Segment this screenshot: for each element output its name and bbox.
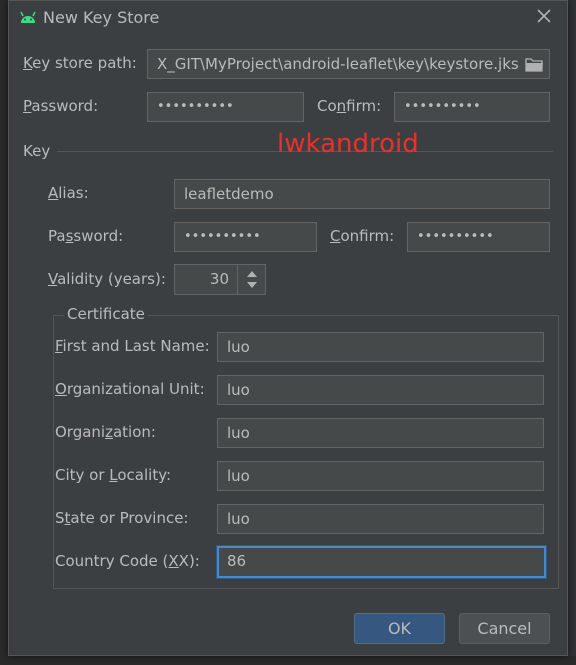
android-icon bbox=[19, 10, 37, 24]
key-password-input[interactable]: •••••••••• bbox=[174, 222, 317, 252]
country-code-label: Country Code (XX): bbox=[55, 552, 200, 570]
validity-value: 30 bbox=[209, 270, 229, 288]
organization-label: Organization: bbox=[55, 423, 156, 441]
title-bar: New Key Store bbox=[9, 1, 567, 35]
cancel-button[interactable]: Cancel bbox=[459, 613, 550, 644]
new-key-store-dialog: New Key Store Key store path: X_GIT\MyPr… bbox=[8, 0, 568, 656]
alias-label: Alias: bbox=[48, 184, 89, 202]
key-password-label: Password: bbox=[48, 227, 124, 245]
background-ide-bottom bbox=[0, 656, 576, 665]
certificate-section-label: Certificate bbox=[64, 305, 148, 323]
dialog-title: New Key Store bbox=[43, 8, 160, 27]
city-locality-input[interactable]: luo bbox=[217, 461, 544, 491]
watermark-text: lwkandroid bbox=[277, 129, 419, 159]
alias-input[interactable]: leafletdemo bbox=[174, 179, 550, 209]
folder-icon[interactable] bbox=[519, 50, 549, 78]
keystore-path-label: Key store path: bbox=[23, 54, 137, 72]
state-province-input[interactable]: luo bbox=[217, 504, 544, 534]
close-icon[interactable] bbox=[535, 7, 553, 25]
key-section-label: Key bbox=[23, 142, 51, 160]
validity-label: Validity (years): bbox=[48, 270, 166, 288]
organizational-unit-label: Organizational Unit: bbox=[55, 380, 205, 398]
country-code-input[interactable]: 86 bbox=[217, 546, 546, 578]
keystore-path-input[interactable]: X_GIT\MyProject\android-leaflet\key\keys… bbox=[147, 49, 550, 79]
state-province-label: State or Province: bbox=[55, 509, 189, 527]
ok-button[interactable]: OK bbox=[354, 613, 445, 644]
keystore-password-input[interactable]: •••••••••• bbox=[147, 92, 304, 122]
keystore-path-value: X_GIT\MyProject\android-leaflet\key\keys… bbox=[157, 55, 519, 73]
keystore-confirm-label: Confirm: bbox=[317, 97, 382, 115]
key-confirm-label: Confirm: bbox=[330, 227, 395, 245]
keystore-confirm-input[interactable]: •••••••••• bbox=[394, 92, 550, 122]
validity-spinner[interactable]: 30 bbox=[174, 264, 266, 295]
key-confirm-input[interactable]: •••••••••• bbox=[407, 222, 550, 252]
spinner-arrows[interactable] bbox=[237, 265, 265, 294]
organization-input[interactable]: luo bbox=[217, 418, 544, 448]
city-locality-label: City or Locality: bbox=[55, 466, 172, 484]
first-last-name-label: First and Last Name: bbox=[55, 337, 210, 355]
organizational-unit-input[interactable]: luo bbox=[217, 375, 544, 405]
keystore-password-label: Password: bbox=[23, 97, 99, 115]
first-last-name-input[interactable]: luo bbox=[217, 332, 544, 362]
